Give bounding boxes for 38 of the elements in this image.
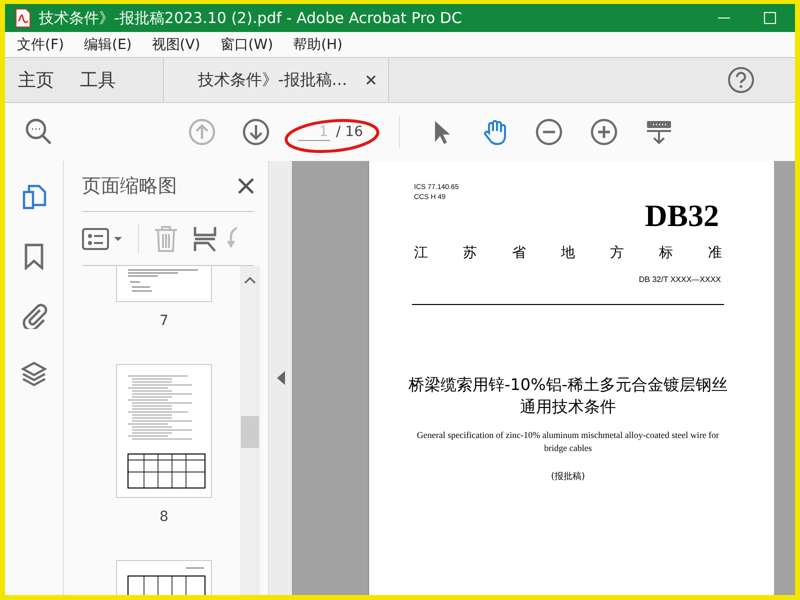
nav-tab[interactable]: 主页	[5, 58, 67, 102]
menu-item[interactable]: 视图(V)	[146, 36, 206, 54]
collapse-icon[interactable]	[276, 371, 284, 385]
page-thumbnail[interactable]	[116, 364, 212, 498]
menu-item[interactable]: 文件(F)	[11, 36, 70, 54]
issuer-name: 江苏省地方标准	[414, 244, 757, 262]
menu-item[interactable]: 帮助(H)	[287, 36, 349, 54]
pages-icon[interactable]	[20, 183, 48, 211]
panel-title: 页面缩略图	[82, 174, 177, 199]
options-icon[interactable]	[82, 226, 124, 252]
help-icon[interactable]	[727, 66, 755, 94]
zoom-in-icon[interactable]	[590, 118, 618, 146]
standard-code: DB32	[644, 199, 719, 233]
menu-item[interactable]: 编辑(E)	[78, 36, 138, 54]
document-title: 桥梁缆索用锌-10%铝-稀土多元合金镀层钢丝通用技术条件	[407, 374, 729, 418]
english-title: General specification of zinc-10% aluminum mischmetal alloy-coated steel wire for bridge cables	[416, 429, 720, 455]
maximize-icon	[764, 12, 776, 24]
scrollbar-thumb[interactable]	[241, 416, 259, 448]
draft-stage: (报批稿)	[550, 470, 586, 483]
paperclip-icon[interactable]	[20, 301, 48, 329]
page-number-label: 7	[160, 313, 168, 329]
menu-item[interactable]: 窗口(W)	[214, 36, 280, 54]
page-number-label: 8	[160, 509, 168, 525]
nav-tab[interactable]: 工具	[67, 58, 129, 102]
close-icon[interactable]	[366, 75, 376, 85]
document-tab[interactable]: 技术条件》-报批稿...	[163, 58, 389, 102]
pdf-file-icon	[15, 8, 31, 28]
close-icon[interactable]	[238, 178, 254, 194]
scanner-icon[interactable]	[644, 118, 673, 146]
document-number: DB 32/T XXXX—XXXX	[638, 275, 721, 284]
search-icon[interactable]	[25, 118, 53, 146]
scroll-up-icon[interactable]	[244, 276, 256, 284]
page-count: / 16	[336, 124, 363, 140]
layers-icon[interactable]	[20, 360, 48, 388]
zoom-out-icon[interactable]	[534, 118, 563, 146]
insert-page-icon[interactable]	[193, 224, 217, 252]
tab-label: 技术条件》-报批稿...	[198, 70, 348, 90]
window-title: 技术条件》-报批稿2023.10 (2).pdf - Adobe Acrobat Pro DC	[39, 8, 462, 28]
